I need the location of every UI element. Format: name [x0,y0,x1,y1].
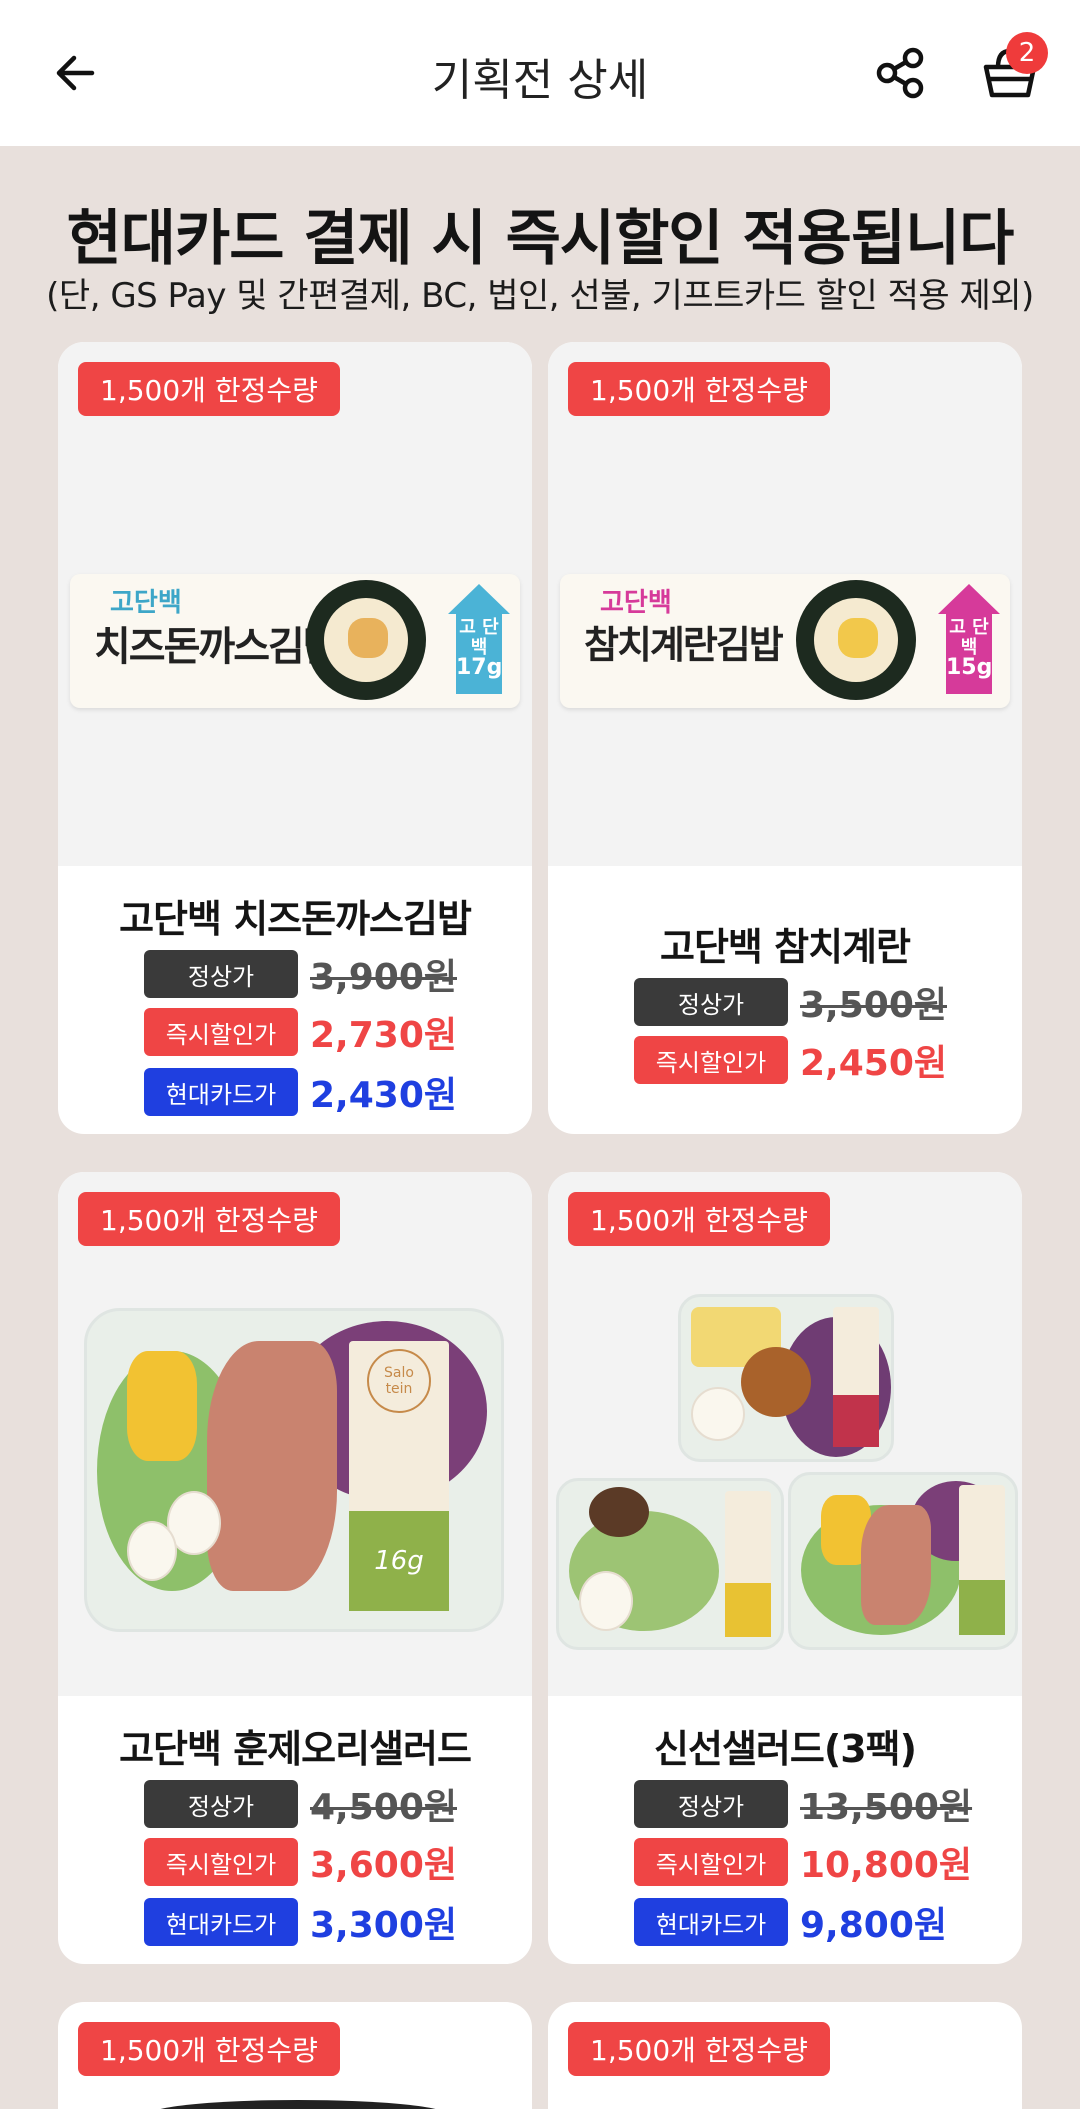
product-info: 고단백 치즈돈까스김밥 정상가 3,900원 즉시할인가 2,730원 현대카드… [58,866,532,1132]
hyundai-price: 3,300원 [310,1905,457,1946]
regular-price-label: 정상가 [144,1780,298,1828]
hyundai-price-row: 현대카드가 2,430원 [144,1066,457,1118]
instant-price-label: 즉시할인가 [634,1036,788,1084]
protein-arrow-graphic: 고 단백 15g [938,584,1000,698]
product-card[interactable]: 1,500개 한정수량 신선샐러드(3팩) 정상가 13,500원 즉시할인가 … [548,1172,1022,1964]
limited-quantity-badge: 1,500개 한정수량 [568,362,830,416]
product-info: 신선샐러드(3팩) 정상가 13,500원 즉시할인가 10,800원 현대카드… [548,1696,1022,1962]
promo-headline: 현대카드 결제 시 즉시할인 적용됩니다 [66,204,1015,274]
product-image [148,2100,448,2109]
regular-price-label: 정상가 [634,978,788,1026]
package-product-name: 참치계란김밥 [584,623,784,667]
instant-price-label: 즉시할인가 [634,1838,788,1886]
product-info: 고단백 참치계란 정상가 3,500원 즉시할인가 2,450원 [548,866,1022,1132]
top-app-bar: 기획전 상세 2 [0,0,1080,146]
instant-price: 10,800원 [800,1845,973,1886]
regular-price-row: 정상가 3,900원 [144,948,457,1000]
regular-price-row: 정상가 13,500원 [634,1778,972,1830]
product-label-graphic [725,1491,771,1637]
product-label-graphic: Salo tein 16g [349,1341,449,1611]
kimbap-roll-graphic [306,580,426,700]
product-card[interactable]: 1,500개 한정수량 [548,2002,1022,2109]
product-card[interactable]: 1,500개 한정수량 [58,2002,532,2109]
protein-amount: 17g [456,655,503,680]
product-name: 고단백 참치계란 [660,925,911,969]
regular-price-label: 정상가 [634,1780,788,1828]
instant-price-label: 즉시할인가 [144,1838,298,1886]
salad-container-graphic [556,1478,784,1650]
salad-container-graphic [788,1472,1018,1650]
share-button[interactable] [866,38,936,108]
hyundai-price: 2,430원 [310,1075,457,1116]
regular-price-label: 정상가 [144,950,298,998]
instant-price-row: 즉시할인가 10,800원 [634,1836,972,1888]
product-card[interactable]: Salo tein 16g 1,500개 한정수량 고단백 훈제오리샐러드 정상… [58,1172,532,1964]
cart-button[interactable]: 2 [972,32,1048,108]
regular-price: 3,500원 [800,985,947,1026]
protein-amount: 16g [349,1511,449,1611]
limited-quantity-badge: 1,500개 한정수량 [78,362,340,416]
limited-quantity-badge: 1,500개 한정수량 [78,2022,340,2076]
share-icon [876,47,924,99]
product-info: 고단백 훈제오리샐러드 정상가 4,500원 즉시할인가 3,600원 현대카드… [58,1696,532,1962]
product-label-graphic [833,1307,879,1447]
brand-logo: Salo tein [367,1349,431,1413]
cart-count-badge: 2 [1006,32,1048,74]
regular-price: 3,900원 [310,957,457,998]
regular-price: 13,500원 [800,1787,973,1828]
product-image: Salo tein 16g [58,1172,532,1696]
kimbap-package: 고단백 치즈돈까스김밥 고 단백 17g [70,574,520,708]
regular-price-row: 정상가 3,500원 [634,976,947,1028]
hyundai-price-row: 현대카드가 9,800원 [634,1896,947,1948]
product-label-graphic [959,1485,1005,1635]
limited-quantity-badge: 1,500개 한정수량 [568,2022,830,2076]
product-name: 고단백 치즈돈까스김밥 [119,897,472,941]
hyundai-price-label: 현대카드가 [144,1898,298,1946]
salad-container-graphic: Salo tein 16g [84,1308,504,1632]
product-image: 고단백 참치계란김밥 고 단백 15g [548,342,1022,866]
product-name: 고단백 훈제오리샐러드 [119,1727,472,1771]
regular-price: 4,500원 [310,1787,457,1828]
promo-subtext: (단, GS Pay 및 간편결제, BC, 법인, 선불, 기프트카드 할인 … [46,276,1034,316]
regular-price-row: 정상가 4,500원 [144,1778,457,1830]
hyundai-price-label: 현대카드가 [144,1068,298,1116]
kimbap-package: 고단백 참치계란김밥 고 단백 15g [560,574,1010,708]
protein-word: 고 단백 [949,617,989,658]
limited-quantity-badge: 1,500개 한정수량 [78,1192,340,1246]
hyundai-price-row: 현대카드가 3,300원 [144,1896,457,1948]
salad-container-graphic [678,1294,894,1462]
protein-amount: 15g [946,655,993,680]
instant-price: 2,450원 [800,1043,947,1084]
instant-price-row: 즉시할인가 2,730원 [144,1006,457,1058]
limited-quantity-badge: 1,500개 한정수량 [568,1192,830,1246]
product-image: 고단백 치즈돈까스김밥 고 단백 17g [58,342,532,866]
protein-word: 고 단백 [459,617,499,658]
product-card[interactable]: 고단백 참치계란김밥 고 단백 15g 1,500개 한정수량 고단백 참치계란… [548,342,1022,1134]
instant-price-label: 즉시할인가 [144,1008,298,1056]
hyundai-price-label: 현대카드가 [634,1898,788,1946]
instant-price-row: 즉시할인가 3,600원 [144,1836,457,1888]
protein-arrow-graphic: 고 단백 17g [448,584,510,698]
product-image [548,1172,1022,1696]
kimbap-roll-graphic [796,580,916,700]
instant-price-row: 즉시할인가 2,450원 [634,1034,947,1086]
product-name: 신선샐러드(3팩) [654,1727,917,1771]
instant-price: 2,730원 [310,1015,457,1056]
promo-banner: 현대카드 결제 시 즉시할인 적용됩니다 (단, GS Pay 및 간편결제, … [0,146,1080,346]
instant-price: 3,600원 [310,1845,457,1886]
hyundai-price: 9,800원 [800,1905,947,1946]
package-product-name: 치즈돈까스김밥 [94,624,340,670]
product-card[interactable]: 고단백 치즈돈까스김밥 고 단백 17g 1,500개 한정수량 고단백 치즈돈… [58,342,532,1134]
